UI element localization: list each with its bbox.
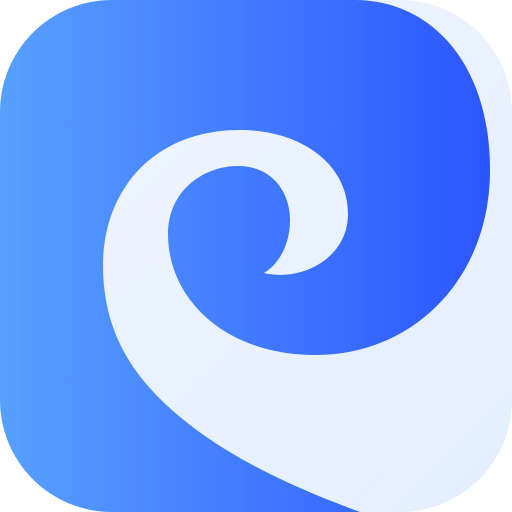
wave-swirl-icon xyxy=(0,0,512,512)
app-icon-canvas xyxy=(0,0,512,512)
